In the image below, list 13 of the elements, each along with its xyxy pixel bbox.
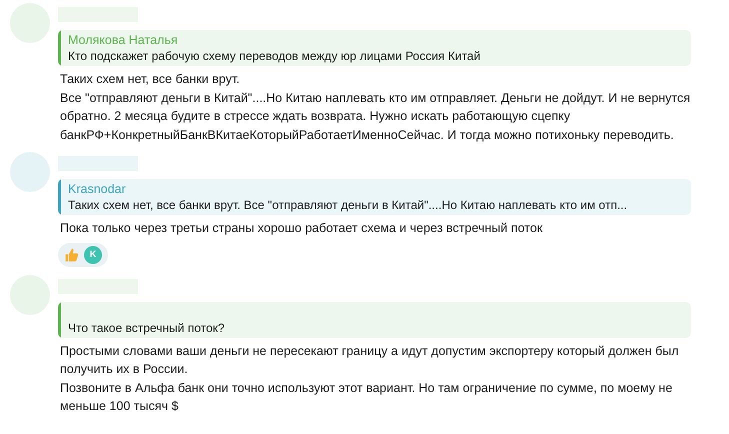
reactor-avatar: K <box>84 246 102 264</box>
reply-text: Таких схем нет, все банки врут. Все "отправляют деньги в Китай"....Но Китаю наплевать кто им отп... <box>68 197 628 213</box>
reply-author: Krasnodar <box>68 181 127 197</box>
message-text: Позвоните в Альфа банк они точно используют этот вариант. Но там ограничение по сумме, по моему не меньше 100 тысяч $ <box>60 380 674 415</box>
message-text: Пока только через третьи страны хорошо работает схема и через встречный поток <box>60 220 544 237</box>
thumbs-up-icon <box>64 246 80 262</box>
message-text: Простыми словами ваши деньги не пересекают границу а идут допустим экспортеру который должен был получить их в России. <box>60 342 680 378</box>
reply-author: Молякова Наталья <box>68 32 179 48</box>
avatar[interactable] <box>10 152 50 192</box>
reply-text: Кто подскажет рабочую схему переводов между юр лицами Россия Китай <box>68 48 482 64</box>
reply-text: Что такое встречный поток? <box>68 320 226 336</box>
message-text: Все "отправляют деньги в Китай"....Но Китаю наплевать кто им отправляет. Деньги не дойдут. И не вернутся обратно. 2 месяца будите в стрессе ждать возврата. Нужно искать работающую сцепку банкРФ+КонкретныйБанкВКитаеКоторыйРаботаетИменноСейчас. И тогда можно потихоньку переводить. <box>60 90 691 144</box>
message-text: Таких схем нет, все банки врут. <box>60 71 241 88</box>
